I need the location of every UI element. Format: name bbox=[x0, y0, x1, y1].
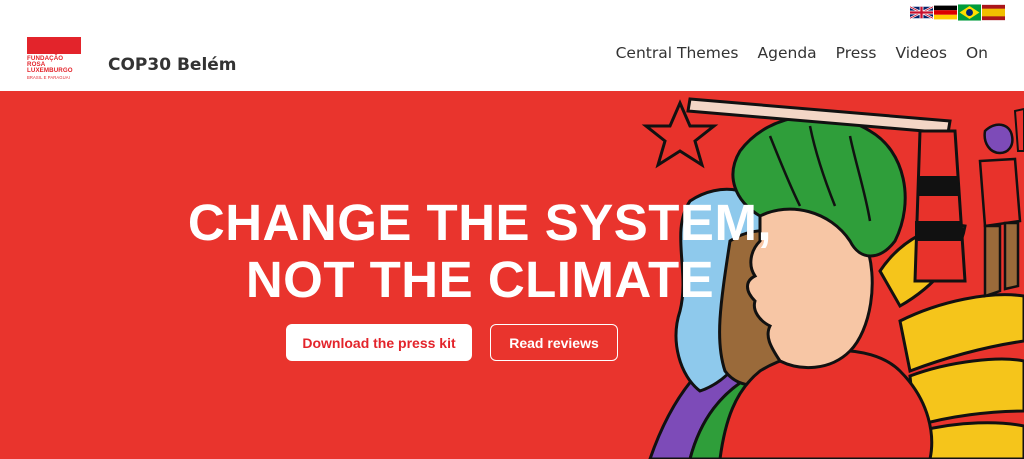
read-reviews-button[interactable]: Read reviews bbox=[490, 324, 618, 361]
nav-agenda[interactable]: Agenda bbox=[758, 44, 817, 62]
logo-line-4: BRASIL E PARAGUAI bbox=[27, 74, 70, 80]
nav-videos[interactable]: Videos bbox=[895, 44, 947, 62]
brazil-flag-icon[interactable] bbox=[958, 4, 981, 21]
hero-headline: CHANGE THE SYSTEM, NOT THE CLIMATE bbox=[160, 194, 800, 308]
hero-banner: CHANGE THE SYSTEM, NOT THE CLIMATE Downl… bbox=[0, 91, 1024, 459]
logo-red-block bbox=[27, 37, 81, 54]
logo-line-3: LUXEMBURGO bbox=[27, 67, 73, 75]
language-switcher bbox=[910, 4, 1005, 21]
headline-line-1: CHANGE THE SYSTEM, bbox=[187, 194, 773, 251]
site-title[interactable]: COP30 Belém bbox=[108, 55, 237, 75]
nav-on[interactable]: On bbox=[966, 44, 988, 62]
germany-flag-icon[interactable] bbox=[934, 4, 957, 21]
foundation-logo[interactable]: FUNDAÇÃO ROSA LUXEMBURGO BRASIL E PARAGU… bbox=[27, 37, 81, 81]
logo-text: FUNDAÇÃO ROSA LUXEMBURGO BRASIL E PARAGU… bbox=[27, 55, 81, 80]
main-nav: Central Themes Agenda Press Videos On bbox=[616, 44, 988, 62]
download-press-kit-button[interactable]: Download the press kit bbox=[286, 324, 472, 361]
site-header: FUNDAÇÃO ROSA LUXEMBURGO BRASIL E PARAGU… bbox=[0, 0, 1024, 91]
nav-press[interactable]: Press bbox=[836, 44, 877, 62]
uk-flag-icon[interactable] bbox=[910, 4, 933, 21]
nav-central-themes[interactable]: Central Themes bbox=[616, 44, 739, 62]
spain-flag-icon[interactable] bbox=[982, 4, 1005, 21]
headline-line-2: NOT THE CLIMATE bbox=[245, 251, 715, 308]
